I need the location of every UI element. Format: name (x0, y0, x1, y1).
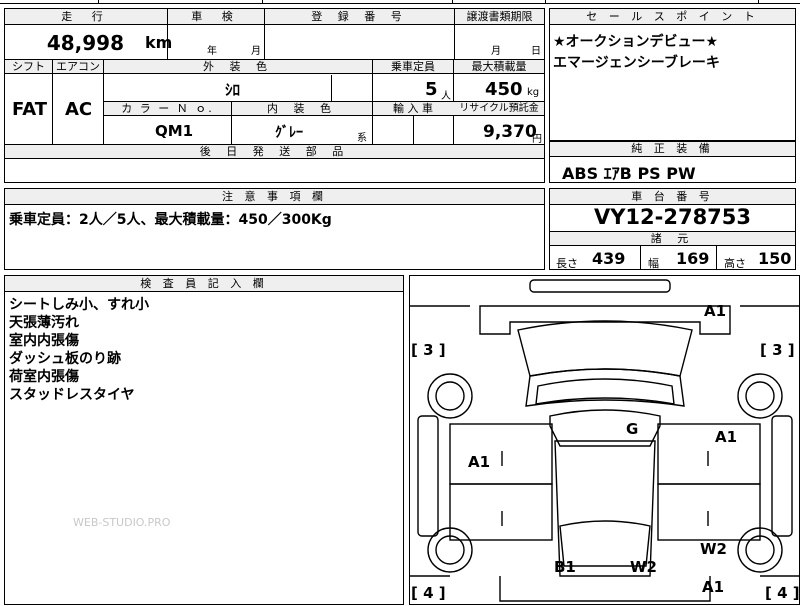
length-value: 439 (592, 249, 626, 268)
right-front-panel (657, 423, 761, 485)
left-front-panel (449, 423, 553, 485)
interior-color-label: 内 装 色 (267, 102, 337, 115)
recycle-deposit-value: 9,370 (483, 122, 537, 142)
inspector-line: ダッシュ板のり跡 (9, 351, 121, 367)
bracket-bottom-right: [ 4 ] (765, 584, 800, 602)
max-load-value: 450 (485, 79, 523, 100)
windshield-outline (517, 320, 693, 377)
damage-mark-right-front-door: A1 (715, 428, 737, 446)
damage-mark-right-rear: W2 (700, 540, 727, 558)
left-side-rail (417, 415, 439, 537)
capacity-unit: 人 (441, 91, 451, 102)
car-diagram-box: [ 3 ] [ 3 ] [ 4 ] [ 4 ] A1 G A1 A1 W2 B1… (409, 275, 800, 605)
import-car-label: 輸 入 車 (393, 102, 433, 115)
recycle-deposit-label: リサイクル預託金 (459, 103, 539, 114)
chassis-number: VY12-278753 (593, 205, 752, 229)
sales-points-box: セ ー ル ス ポ イ ン ト ★オークションデビュー★ エマージェンシーブレー… (549, 8, 796, 141)
color-number-label: カ ラ ー Ｎ ｏ. (121, 102, 214, 115)
ac-label: エアコン (56, 60, 100, 73)
inspection-month: 月 (251, 46, 261, 57)
inspector-line: 天張薄汚れ (9, 315, 79, 331)
bracket-top-right: [ 3 ] (760, 341, 795, 359)
later-parts-label: 後 日 発 送 部 品 (199, 145, 350, 158)
inspector-title: 検 査 員 記 入 欄 (5, 276, 403, 292)
max-load-unit: kg (527, 87, 540, 98)
damage-mark-top-right: A1 (704, 302, 726, 320)
recycle-deposit-unit: 円 (532, 134, 542, 145)
color-number-value: QM1 (155, 122, 194, 140)
mileage-label: 走 行 (61, 10, 111, 23)
damage-mark-rear-right: W2 (630, 558, 657, 576)
sales-point-line-2: エマージェンシーブレーキ (553, 55, 720, 71)
wheel-front-left (427, 373, 473, 419)
mileage-unit: km (145, 33, 173, 52)
wheel-front-right (737, 373, 783, 419)
inspection-label: 車 検 (191, 10, 241, 23)
chassis-title: 車 台 番 号 (550, 189, 795, 205)
rear-bumper-outline (499, 576, 711, 602)
notes-text: 乗車定員：2人／5人、最大積載量：450／300Kg (9, 212, 332, 228)
inspector-line: 室内内張傷 (9, 333, 79, 349)
right-rear-panel (657, 483, 761, 541)
sales-points-title: セ ー ル ス ポ イ ン ト (550, 9, 795, 25)
damage-mark-left-side: A1 (468, 453, 490, 471)
damage-mark-rear-left: B1 (554, 558, 576, 576)
damage-mark-roof: G (626, 420, 638, 438)
shift-label: シフト (12, 60, 45, 73)
top-strip (0, 0, 800, 4)
inspector-lines: シートしみ小、すれ小 天張薄汚れ 室内内張傷 ダッシュ板のり跡 荷室内張傷 スタ… (9, 296, 149, 404)
height-value: 150 (758, 249, 792, 268)
inspector-box: 検 査 員 記 入 欄 シートしみ小、すれ小 天張薄汚れ 室内内張傷 ダッシュ板… (4, 275, 404, 605)
exterior-color-label: 外 装 色 (203, 60, 273, 73)
capacity-value: 5 (425, 79, 438, 100)
width-label: 幅 (648, 257, 659, 270)
length-label: 長さ (556, 257, 578, 270)
equipment-box: 純 正 装 備 ABS ｴｱB PS PW (549, 141, 796, 183)
transfer-deadline-label: 譲渡書類期限 (466, 10, 533, 23)
roof-outline (525, 368, 685, 407)
right-side-rail (771, 415, 793, 537)
width-value: 169 (676, 249, 710, 268)
mileage-value: 48,998 (46, 31, 124, 55)
inspector-line: シートしみ小、すれ小 (9, 297, 149, 313)
registration-label: 登 録 番 号 (311, 10, 408, 23)
equipment-value: ABS ｴｱB PS PW (562, 164, 696, 183)
height-label: 高さ (724, 257, 746, 270)
exterior-color-value: ｼﾛ (225, 81, 241, 99)
front-bumper-outline (529, 279, 671, 293)
transfer-month: 月 (491, 46, 501, 57)
specs-title: 諸 元 (650, 232, 695, 245)
max-load-label: 最大積載量 (471, 60, 527, 73)
transfer-day: 日 (531, 46, 541, 57)
rear-body-outline (554, 440, 656, 577)
equipment-title: 純 正 装 備 (550, 142, 795, 157)
ac-value: AC (65, 99, 93, 120)
inspector-line: 荷室内張傷 (9, 369, 79, 385)
inspection-year: 年 (207, 46, 217, 57)
notes-box: 注 意 事 項 欄 乗車定員：2人／5人、最大積載量：450／300Kg (4, 188, 545, 270)
sales-point-line-1: ★オークションデビュー★ (553, 34, 719, 50)
shift-value: FAT (12, 99, 48, 120)
capacity-label: 乗車定員 (391, 60, 435, 73)
interior-color-value: ｸﾞﾚｰ (275, 125, 303, 141)
watermark: WEB-STUDIO.PRO (73, 516, 171, 529)
vehicle-info-table: 走 行 車 検 登 録 番 号 譲渡書類期限 48,998 km 年 月 月 日… (4, 8, 545, 183)
inspector-line: スタッドレスタイヤ (9, 387, 135, 403)
bracket-top-left: [ 3 ] (411, 341, 446, 359)
left-rear-panel (449, 483, 553, 541)
damage-mark-bottom-right: A1 (702, 578, 724, 596)
bracket-bottom-left: [ 4 ] (411, 584, 446, 602)
chassis-box: 車 台 番 号 VY12-278753 諸 元 長さ 439 幅 169 高さ … (549, 188, 796, 270)
interior-color-suffix: 系 (357, 133, 367, 144)
car-diagram: [ 3 ] [ 3 ] [ 4 ] [ 4 ] A1 G A1 A1 W2 B1… (410, 279, 800, 602)
notes-title: 注 意 事 項 欄 (5, 189, 544, 205)
